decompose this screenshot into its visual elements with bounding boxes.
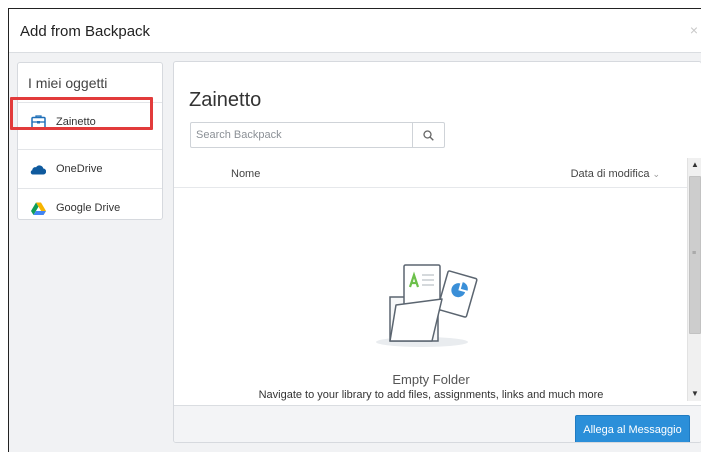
google-drive-icon xyxy=(30,200,46,216)
search-icon[interactable] xyxy=(412,123,444,147)
sidebar-item-zainetto[interactable]: Zainetto xyxy=(18,102,162,141)
sidebar-item-label: Google Drive xyxy=(56,202,121,214)
page-title: Zainetto xyxy=(189,89,262,111)
column-header-name[interactable]: Nome xyxy=(231,168,260,180)
attach-to-message-button[interactable]: Allega al Messaggio xyxy=(575,415,690,442)
empty-folder-icon xyxy=(374,257,489,352)
sidebar-item-onedrive[interactable]: OneDrive xyxy=(18,149,162,188)
close-icon[interactable]: × xyxy=(690,22,698,38)
dialog-title: Add from Backpack xyxy=(20,23,151,40)
sidebar-heading: I miei oggetti xyxy=(28,75,108,91)
empty-folder-message: Navigate to your library to add files, a… xyxy=(258,389,604,401)
add-from-backpack-dialog: Add from Backpack × I miei oggetti Zaine… xyxy=(8,8,701,452)
search-input[interactable] xyxy=(191,123,413,147)
column-header-date-label: Data di modifica xyxy=(570,168,650,180)
table-header: Nome Data di modifica ⌄ xyxy=(174,158,688,188)
backpack-main-panel: Zainetto Nome Data di modifica⌄ ▲ ≡ ▼ xyxy=(173,61,701,443)
grip-icon: ≡ xyxy=(692,250,697,257)
chevron-down-icon: ⌄ xyxy=(652,169,660,179)
dialog-footer: Allega al Messaggio xyxy=(174,405,701,442)
onedrive-cloud-icon xyxy=(30,161,46,177)
sidebar: I miei oggetti Zainetto OneDrive Google … xyxy=(17,62,163,220)
scroll-down-arrow-icon[interactable]: ▼ xyxy=(688,387,701,401)
column-header-date[interactable]: Data di modifica ⌄ xyxy=(571,168,660,180)
sidebar-item-label: OneDrive xyxy=(56,163,103,175)
sidebar-item-label: Zainetto xyxy=(56,116,96,128)
search-box xyxy=(190,122,445,148)
dialog-header: Add from Backpack × xyxy=(9,9,701,53)
vertical-scrollbar[interactable]: ▲ ≡ ▼ xyxy=(687,158,701,401)
empty-folder-title: Empty Folder xyxy=(392,372,470,387)
backpack-icon xyxy=(30,114,46,130)
sidebar-item-google-drive[interactable]: Google Drive xyxy=(18,188,162,227)
scroll-thumb[interactable]: ≡ xyxy=(689,176,701,334)
scroll-up-arrow-icon[interactable]: ▲ xyxy=(688,158,701,172)
